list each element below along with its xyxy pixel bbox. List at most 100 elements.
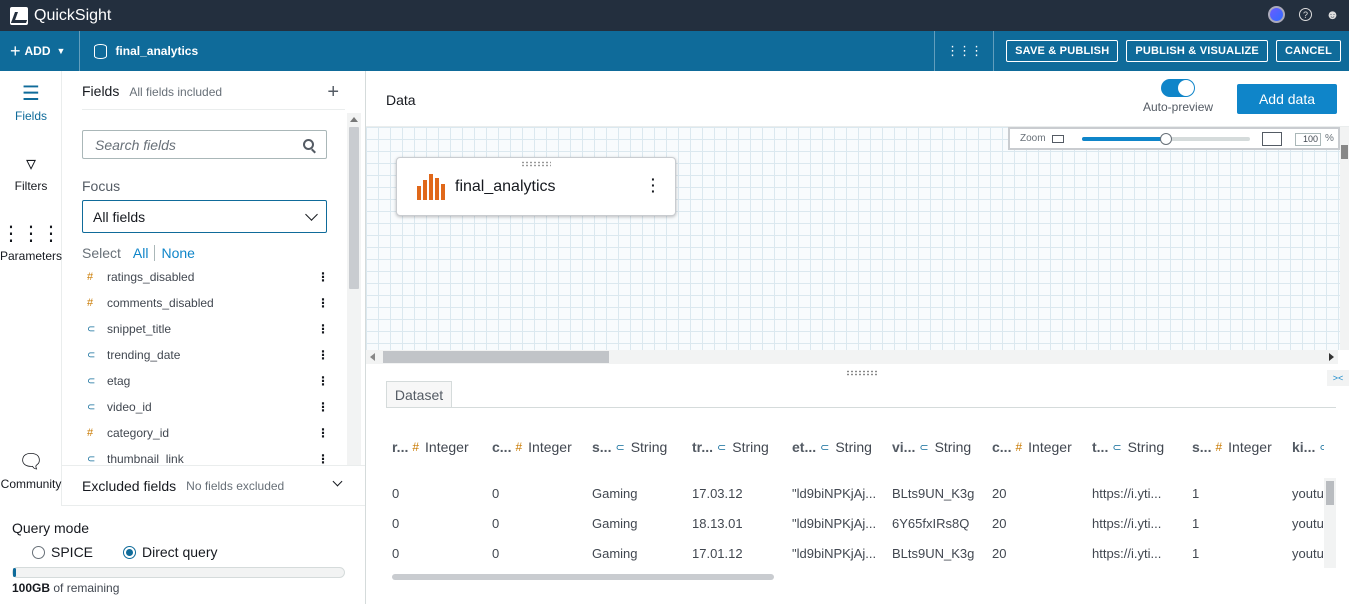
column-header[interactable]: c... # Integer — [486, 439, 586, 455]
fields-icon: ☰ — [22, 83, 40, 105]
publish-visualize-button[interactable]: PUBLISH & VISUALIZE — [1126, 40, 1268, 62]
capacity-text: 100GB of remaining — [12, 581, 119, 595]
canvas-horizontal-scrollbar[interactable] — [366, 350, 1338, 364]
table-vertical-scrollbar[interactable] — [1324, 478, 1336, 568]
number-type-icon: # — [87, 297, 94, 309]
nav-fields[interactable]: ☰ Fields — [0, 83, 62, 123]
query-mode-title: Query mode — [12, 520, 90, 536]
search-fields-input[interactable]: Search fields — [82, 130, 327, 159]
cancel-button[interactable]: CANCEL — [1275, 40, 1341, 62]
field-item[interactable]: ⊂ trending_date ⋮ — [82, 342, 337, 368]
column-header[interactable]: et... ⊂ String — [786, 439, 886, 455]
column-header[interactable]: tr... ⊂ String — [686, 439, 786, 455]
field-item[interactable]: ⊂ video_id ⋮ — [82, 394, 337, 420]
scroll-thumb[interactable] — [383, 351, 609, 363]
zoom-value-input[interactable]: 100 — [1295, 133, 1321, 146]
data-canvas[interactable]: Zoom 100 % final_analytics · · · — [366, 127, 1349, 350]
drag-handle-icon[interactable] — [521, 161, 551, 167]
excluded-fields-subtitle: No fields excluded — [186, 478, 285, 493]
scroll-thumb[interactable] — [1341, 145, 1348, 159]
field-item[interactable]: ⊂ snippet_title ⋮ — [82, 316, 337, 342]
dataset-name[interactable]: final_analytics — [94, 43, 198, 59]
number-type-icon: # — [515, 440, 523, 454]
column-header[interactable]: s... ⊂ String — [586, 439, 686, 455]
nav-filters[interactable]: ▿ Filters — [0, 153, 62, 193]
table-horizontal-scrollbar[interactable] — [386, 568, 1324, 582]
toggle-switch[interactable] — [1161, 79, 1196, 97]
nav-parameters[interactable]: ⋮⋮⋮ Parameters — [0, 223, 62, 263]
more-options-icon[interactable]: ⋮ — [317, 322, 329, 336]
collapse-icon[interactable]: >< — [1327, 370, 1349, 386]
toolbar-divider — [79, 31, 81, 71]
zoom-slider[interactable] — [1082, 133, 1250, 145]
user-icon[interactable]: ☻ — [1326, 7, 1340, 22]
more-options-icon[interactable]: ⋮ — [317, 452, 329, 464]
more-options-icon[interactable]: ⋮ — [317, 426, 329, 440]
number-type-icon: # — [1215, 440, 1223, 454]
quicksight-logo[interactable]: QuickSight — [10, 6, 111, 25]
direct-query-radio[interactable] — [123, 545, 137, 559]
zoom-out-icon[interactable] — [1051, 134, 1064, 143]
focus-select[interactable]: All fields — [82, 200, 327, 233]
spice-radio[interactable] — [32, 545, 45, 559]
more-options-icon[interactable]: ⋮ — [317, 400, 329, 414]
excluded-fields-section[interactable]: Excluded fields No fields excluded — [62, 465, 365, 506]
table-header: r... # Integer c... # Integer s... ⊂ String tr...… — [386, 434, 1324, 460]
more-options-icon[interactable]: ⋮ — [317, 374, 329, 388]
scroll-thumb[interactable] — [1326, 481, 1334, 505]
chevron-down-icon[interactable] — [332, 476, 343, 487]
save-publish-button[interactable]: SAVE & PUBLISH — [1006, 40, 1119, 62]
more-options-icon[interactable]: ⋮ — [317, 270, 329, 284]
zoom-slider-knob[interactable] — [1160, 133, 1172, 145]
tab-dataset[interactable]: Dataset — [386, 381, 452, 408]
add-data-button[interactable]: Add data — [1237, 84, 1337, 114]
fields-panel-header: Fields All fields included — [82, 83, 222, 99]
more-options-icon[interactable]: · · · — [651, 172, 656, 198]
search-icon — [303, 139, 314, 150]
add-button[interactable]: + ADD ▼ — [10, 42, 65, 60]
scroll-thumb[interactable] — [392, 574, 774, 580]
help-icon[interactable]: ? — [1299, 8, 1312, 21]
zoom-fit-icon[interactable] — [1262, 132, 1282, 146]
select-all-link[interactable]: All — [133, 245, 149, 261]
table-cell: 1 — [1192, 545, 1200, 561]
extension-icon[interactable] — [1268, 6, 1285, 23]
settings-sliders-icon[interactable]: ⋮⋮⋮ — [943, 43, 985, 59]
column-header[interactable]: r... # Integer — [386, 439, 486, 455]
column-header[interactable]: vi... ⊂ String — [886, 439, 986, 455]
auto-preview-toggle[interactable]: Auto-preview — [1143, 79, 1213, 114]
number-type-icon: # — [87, 427, 94, 439]
field-item[interactable]: # ratings_disabled ⋮ — [82, 264, 337, 290]
field-item[interactable]: # category_id ⋮ — [82, 420, 337, 446]
column-header[interactable]: t... ⊂ String — [1086, 439, 1186, 455]
select-none-link[interactable]: None — [161, 245, 194, 261]
table-row[interactable]: 0 0 Gaming 17.01.12 "ld9biNPKjAj... BLts9UN_K… — [386, 538, 1324, 566]
table-row[interactable]: 0 0 Gaming 17.03.12 "ld9biNPKjAj... BLts9UN_K… — [386, 478, 1324, 508]
more-options-icon[interactable]: ⋮ — [317, 296, 329, 310]
nav-community[interactable]: 🗨 Community — [0, 451, 62, 491]
table-row[interactable]: 0 0 Gaming 18.13.01 "ld9biNPKjAj... 6Y65fxIRs… — [386, 508, 1324, 538]
table-cell: "ld9biNPKjAj... — [792, 515, 877, 531]
scroll-right-icon[interactable] — [1329, 353, 1334, 361]
column-header[interactable]: s... # Integer — [1186, 439, 1286, 455]
field-item[interactable]: ⊂ thumbnail_link ⋮ — [82, 446, 337, 464]
scroll-left-icon[interactable] — [370, 353, 375, 361]
more-options-icon[interactable]: ⋮ — [317, 348, 329, 362]
table-cell: https://i.yti... — [1092, 485, 1162, 501]
column-header[interactable]: c... # Integer — [986, 439, 1086, 455]
fields-scrollbar[interactable] — [347, 113, 361, 465]
dataset-node[interactable]: final_analytics · · · — [396, 157, 676, 216]
canvas-vertical-scrollbar[interactable] — [1340, 127, 1349, 350]
add-field-plus-icon[interactable]: + — [327, 81, 339, 104]
scroll-thumb[interactable] — [349, 127, 359, 289]
capacity-bar — [12, 567, 345, 578]
string-type-icon: ⊂ — [717, 441, 727, 454]
field-item[interactable]: ⊂ etag ⋮ — [82, 368, 337, 394]
field-item[interactable]: # comments_disabled ⋮ — [82, 290, 337, 316]
resize-handle-icon[interactable] — [846, 370, 878, 376]
scroll-up-icon[interactable] — [350, 117, 358, 122]
column-type: String — [934, 439, 972, 455]
add-button-label: ADD — [24, 44, 51, 58]
field-name: thumbnail_link — [107, 452, 184, 464]
column-header[interactable]: ki... ⊂ — [1286, 439, 1324, 455]
